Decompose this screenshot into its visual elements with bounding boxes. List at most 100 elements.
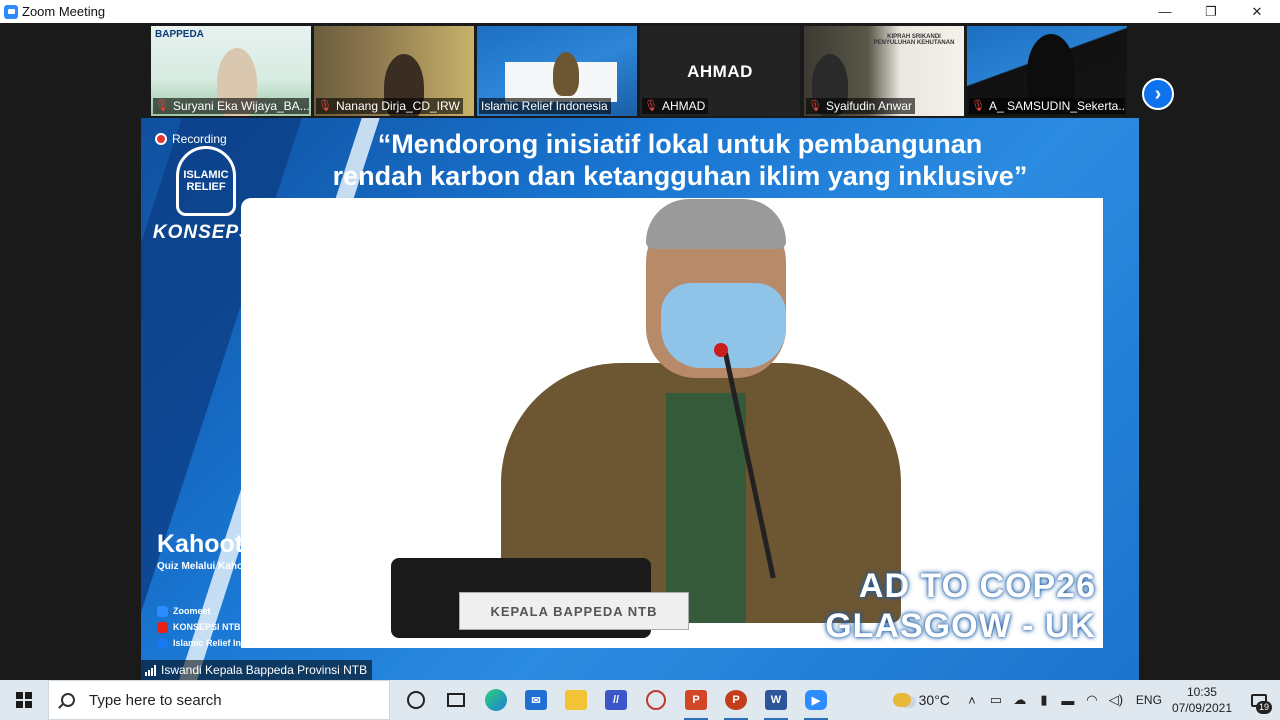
word-icon: W <box>765 690 787 710</box>
kahoot-subtitle: Quiz Melalui Kahoot.it <box>157 561 262 572</box>
clock-time: 10:35 <box>1186 685 1217 699</box>
logo-text: KONSEPSI <box>152 222 260 243</box>
cop26-banner: AD TO COP26 GLASGOW - UK <box>825 567 1096 645</box>
microphone-icon[interactable]: ▮ <box>1032 680 1056 720</box>
active-speaker-video[interactable]: “Mendorong inisiatif lokal untuk pembang… <box>141 118 1139 680</box>
taskbar-search[interactable]: Type here to search <box>48 680 390 720</box>
recording-indicator[interactable]: Recording <box>155 132 227 146</box>
participant-tile[interactable]: AHMAD 🎙︎ AHMAD <box>640 26 800 116</box>
word-button[interactable]: W <box>756 680 796 720</box>
volume-icon[interactable]: ◁) <box>1104 680 1128 720</box>
kahoot-title: Kahoot! <box>157 530 252 558</box>
powerpoint-button[interactable]: P <box>676 680 716 720</box>
windows-taskbar: Type here to search ✉ // P P W ▶ 30°C ˄ … <box>0 680 1280 720</box>
slide-quote: “Mendorong inisiatif lokal untuk pembang… <box>332 129 1028 191</box>
mic-muted-icon: 🎙︎ <box>808 100 822 112</box>
zoom-icon: ▶ <box>805 690 827 710</box>
meet-now-icon[interactable]: ▭ <box>984 680 1008 720</box>
participant-tile[interactable]: KIPRAH SRIKANDI PENYULUHAN KEHUTANAN 🎙︎ S… <box>804 26 964 116</box>
participant-tile[interactable]: BAPPEDA 🎙︎ Suryani Eka Wijaya_BA... <box>151 26 311 116</box>
show-hidden-icons-button[interactable]: ˄ <box>960 680 984 720</box>
participant-display-name: AHMAD <box>687 62 753 81</box>
window-controls: — ❐ ✕ <box>1142 0 1280 23</box>
social-item: Zoomeet <box>157 603 275 619</box>
notification-center-button[interactable]: 19 <box>1246 680 1272 720</box>
minimize-button[interactable]: — <box>1142 0 1188 23</box>
facebook-icon <box>157 637 168 649</box>
window-title: Zoom Meeting <box>22 4 106 19</box>
kahoot-promo: Kahoot! Quiz Melalui Kahoot.it <box>157 530 261 572</box>
participant-tile[interactable]: Islamic Relief Indonesia <box>477 26 637 116</box>
nameplate: KEPALA BAPPEDA NTB <box>459 592 689 630</box>
search-placeholder: Type here to search <box>89 691 222 709</box>
participant-name: 🎙︎ A_ SAMSUDIN_Sekerta... <box>969 98 1125 114</box>
participant-video <box>553 52 579 96</box>
mic-muted-icon: 🎙︎ <box>644 100 658 112</box>
mic-muted-icon: 🎙︎ <box>318 100 332 112</box>
islamic-relief-logo: ISLAMIC RELIEF KONSEPSI <box>151 138 261 248</box>
weather-temperature: 30°C <box>918 692 950 708</box>
participant-name: 🎙︎ Suryani Eka Wijaya_BA... <box>153 98 309 114</box>
snipping-tool-icon <box>646 690 666 710</box>
folder-icon <box>565 690 587 710</box>
mail-button[interactable]: ✉ <box>516 680 556 720</box>
next-page-button[interactable]: › <box>1142 78 1174 110</box>
signal-strength-icon <box>145 664 156 676</box>
tile-banner-text: KIPRAH SRIKANDI PENYULUHAN KEHUTANAN <box>873 34 955 46</box>
task-view-button[interactable] <box>436 680 476 720</box>
tile-logo-text: BAPPEDA <box>155 29 204 40</box>
participant-gallery: BAPPEDA 🎙︎ Suryani Eka Wijaya_BA... 🎙︎ Nan… <box>0 23 1280 118</box>
recording-label: Recording <box>172 132 227 146</box>
windows-logo-icon <box>16 692 32 708</box>
search-icon <box>61 693 75 707</box>
vpn-app-icon: // <box>605 690 627 710</box>
participant-name: Islamic Relief Indonesia <box>479 98 611 114</box>
participant-tile[interactable]: 🎙︎ A_ SAMSUDIN_Sekerta... <box>967 26 1127 116</box>
battery-icon[interactable]: ▬ <box>1056 680 1080 720</box>
social-item: KONSEPSI NTB <box>157 619 275 635</box>
logo-mark: ISLAMIC RELIEF <box>176 146 236 216</box>
partly-cloudy-icon <box>892 693 911 707</box>
snipping-tool-button[interactable] <box>636 680 676 720</box>
notification-count: 19 <box>1255 701 1272 714</box>
youtube-icon <box>157 621 168 633</box>
task-view-icon <box>447 693 465 707</box>
cortana-button[interactable] <box>396 680 436 720</box>
window-titlebar: Zoom Meeting — ❐ ✕ <box>0 0 1280 23</box>
onedrive-icon[interactable]: ☁ <box>1008 680 1032 720</box>
edge-icon <box>485 689 507 711</box>
vpn-app-button[interactable]: // <box>596 680 636 720</box>
zoom-app-icon <box>4 4 18 19</box>
zoom-button[interactable]: ▶ <box>796 680 836 720</box>
speaker-hair <box>646 199 786 249</box>
restore-button[interactable]: ❐ <box>1188 0 1234 23</box>
edge-button[interactable] <box>476 680 516 720</box>
file-explorer-button[interactable] <box>556 680 596 720</box>
cortana-icon <box>407 691 425 709</box>
start-button[interactable] <box>0 680 48 720</box>
participant-name: 🎙︎ Nanang Dirja_CD_IRW <box>316 98 463 114</box>
social-item: Islamic Relief Indonesia <box>157 635 275 651</box>
record-icon <box>155 133 167 145</box>
speaker-figure <box>501 199 921 623</box>
mic-muted-icon: 🎙︎ <box>155 100 169 112</box>
powerpoint-icon: P <box>685 690 707 710</box>
mic-muted-icon: 🎙︎ <box>971 100 985 112</box>
social-links: Zoomeet KONSEPSI NTB Islamic Relief Indo… <box>157 603 275 651</box>
chevron-right-icon: › <box>1154 82 1162 105</box>
powerpoint-icon: P <box>725 690 747 710</box>
close-button[interactable]: ✕ <box>1234 0 1280 23</box>
participant-tile[interactable]: 🎙︎ Nanang Dirja_CD_IRW <box>314 26 474 116</box>
powerpoint-button-2[interactable]: P <box>716 680 756 720</box>
participant-name: 🎙︎ Syaifudin Anwar <box>806 98 916 114</box>
participant-name: 🎙︎ AHMAD <box>642 98 709 114</box>
microphone-icon <box>714 343 728 357</box>
weather-widget[interactable]: 30°C <box>892 692 950 708</box>
speaker-name-label: Iswandi Kepala Bappeda Provinsi NTB <box>141 660 373 680</box>
zoom-icon <box>157 605 168 617</box>
wifi-icon[interactable]: ◠ <box>1080 680 1104 720</box>
language-indicator[interactable]: ENG <box>1136 693 1162 707</box>
system-tray: 30°C ˄ ▭ ☁ ▮ ▬ ◠ ◁) ENG 10:35 07/09/2021… <box>892 680 1280 720</box>
clock[interactable]: 10:35 07/09/2021 <box>1172 684 1232 716</box>
speaker-shirt <box>666 393 746 623</box>
